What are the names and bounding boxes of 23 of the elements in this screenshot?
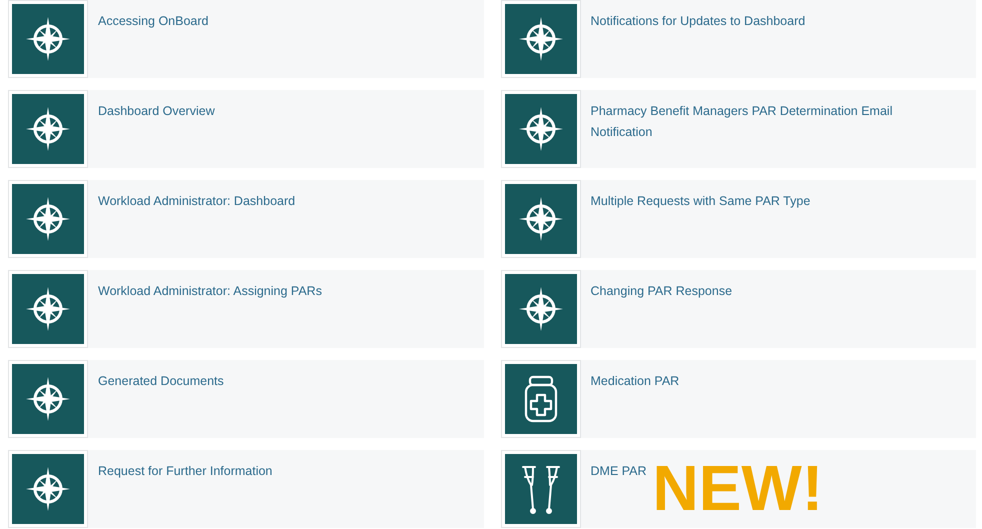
topic-title[interactable]: Multiple Requests with Same PAR Type [590, 191, 870, 258]
topic-title[interactable]: Workload Administrator: Dashboard [98, 191, 356, 258]
topic-title[interactable]: Workload Administrator: Assigning PARs [98, 281, 382, 348]
topic-title[interactable]: Generated Documents [98, 371, 284, 438]
topic-card[interactable]: Notifications for Updates to Dashboard [500, 0, 976, 78]
topic-title[interactable]: Medication PAR [590, 371, 740, 438]
topic-card[interactable]: Changing PAR Response [500, 270, 976, 348]
new-label: NEW! [652, 454, 824, 522]
topic-card[interactable]: Dashboard Overview [8, 90, 484, 168]
topic-card[interactable]: Pharmacy Benefit Managers PAR Determination Email Notification [500, 90, 976, 168]
topic-card[interactable]: Workload Administrator: Assigning PARs [8, 270, 484, 348]
topic-card[interactable]: Request for Further Information [8, 450, 484, 528]
topic-card[interactable]: Medication PAR [500, 360, 976, 438]
topic-title[interactable]: Dashboard Overview [98, 101, 275, 168]
topic-card[interactable]: Multiple Requests with Same PAR Type [500, 180, 976, 258]
topic-title[interactable]: Request for Further Information [98, 461, 332, 528]
topic-card[interactable]: Workload Administrator: Dashboard [8, 180, 484, 258]
topic-card[interactable]: Accessing OnBoard [8, 0, 484, 78]
topic-title[interactable]: Notifications for Updates to Dashboard [590, 11, 866, 78]
topic-title[interactable]: Pharmacy Benefit Managers PAR Determination Email Notification [590, 101, 976, 168]
topic-title[interactable]: Changing PAR Response [590, 281, 792, 348]
topic-title[interactable]: Accessing OnBoard [98, 11, 268, 78]
topic-card[interactable]: Generated Documents [8, 360, 484, 438]
